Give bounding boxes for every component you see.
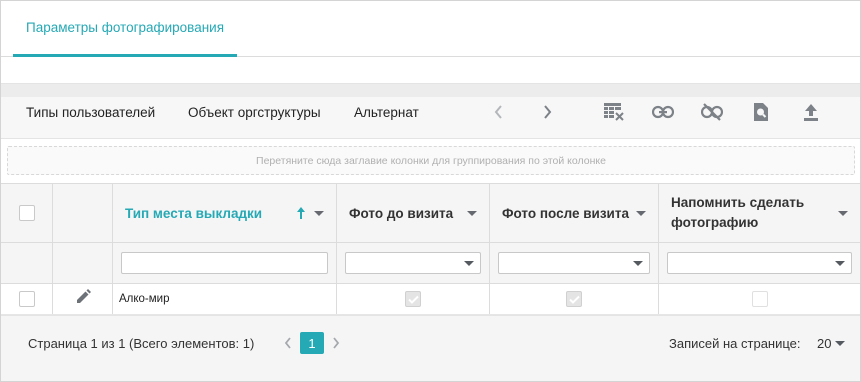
sort-asc-icon[interactable] — [296, 206, 306, 223]
filter-before-select[interactable] — [345, 252, 481, 274]
upload-icon[interactable] — [798, 99, 824, 125]
dropdown-arrow-icon — [835, 261, 845, 266]
next-page-icon[interactable] — [329, 332, 343, 354]
dropdown-arrow-icon — [633, 261, 643, 266]
filter-type-input[interactable] — [121, 252, 328, 274]
after-checkbox[interactable] — [566, 291, 582, 307]
grid-filter-row — [1, 243, 860, 284]
separator-strip — [1, 83, 860, 97]
col-header-after[interactable]: Фото после визита — [490, 184, 659, 242]
chevron-right-icon[interactable] — [534, 99, 560, 125]
edit-col-header — [53, 184, 113, 242]
row-checkbox[interactable] — [18, 291, 35, 307]
page-size-value: 20 — [817, 335, 832, 351]
filter-edit-cell — [53, 243, 113, 283]
row-remind-cell — [659, 284, 860, 314]
filter-type-cell — [113, 243, 337, 283]
column-menu-icon[interactable] — [838, 211, 848, 216]
pencil-icon[interactable] — [74, 288, 92, 311]
filter-before-cell — [337, 243, 490, 283]
col-header-type[interactable]: Тип места выкладки — [113, 184, 337, 242]
column-menu-icon[interactable] — [314, 211, 324, 216]
col-header-type-label: Тип места выкладки — [125, 205, 263, 221]
row-before-cell — [337, 284, 490, 314]
link-icon[interactable] — [650, 99, 676, 125]
org-object-button[interactable]: Объект оргструктуры — [188, 97, 321, 127]
tab-photo-params[interactable]: Параметры фотографирования — [13, 1, 238, 57]
alternat-button[interactable]: Альтернат — [354, 97, 419, 127]
search-document-icon[interactable] — [748, 99, 774, 125]
remind-checkbox[interactable] — [751, 291, 768, 307]
prev-page-icon[interactable] — [281, 332, 295, 354]
select-all-cell — [1, 184, 53, 242]
before-checkbox[interactable] — [405, 291, 421, 307]
page-size-label: Записей на странице: — [669, 335, 801, 351]
tab-bar: Параметры фотографирования — [1, 1, 860, 57]
select-all-checkbox[interactable] — [18, 205, 35, 221]
pager: Страница 1 из 1 (Всего элементов: 1) 1 З… — [1, 315, 860, 381]
row-select-cell — [1, 284, 53, 314]
page-info: Страница 1 из 1 (Всего элементов: 1) — [28, 335, 255, 351]
column-menu-icon[interactable] — [467, 211, 477, 216]
page-size-select[interactable]: 20 — [817, 334, 846, 352]
dropdown-arrow-icon — [464, 261, 474, 266]
col-header-remind[interactable]: Напомнить сделать фотографию — [659, 184, 860, 242]
page-1-button[interactable]: 1 — [300, 332, 324, 354]
col-header-remind-label: Напомнить сделать фотографию — [671, 195, 805, 230]
row-type-value: Алко-мир — [119, 293, 170, 305]
table-clear-icon[interactable] — [601, 99, 627, 125]
col-header-after-label: Фото после визита — [502, 205, 629, 221]
row-edit-cell — [53, 284, 113, 314]
col-header-before[interactable]: Фото до визита — [337, 184, 490, 242]
column-menu-icon[interactable] — [636, 211, 646, 216]
table-row[interactable]: Алко-мир — [1, 284, 860, 315]
app-frame: Параметры фотографирования Типы пользова… — [0, 0, 861, 382]
row-after-cell — [490, 284, 659, 314]
chevron-left-icon[interactable] — [486, 99, 512, 125]
filter-remind-select[interactable] — [667, 252, 852, 274]
col-header-before-label: Фото до визита — [349, 205, 454, 221]
chevron-down-icon — [835, 340, 846, 346]
grid-header-row: Тип места выкладки Фото до визита Фото п… — [1, 183, 860, 243]
user-types-button[interactable]: Типы пользователей — [26, 97, 155, 127]
group-drop-zone[interactable]: Перетяните сюда заглавие колонки для гру… — [7, 146, 855, 175]
unlink-icon[interactable] — [699, 99, 725, 125]
filter-remind-cell — [659, 243, 860, 283]
toolbar: Типы пользователей Объект оргструктуры А… — [1, 97, 860, 139]
filter-after-select[interactable] — [498, 252, 650, 274]
filter-select-cell — [1, 243, 53, 283]
filter-after-cell — [490, 243, 659, 283]
row-type-cell: Алко-мир — [113, 284, 337, 314]
